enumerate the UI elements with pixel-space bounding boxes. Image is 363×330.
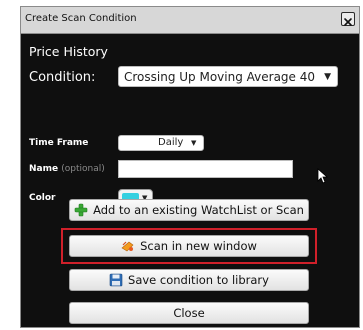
- scan-in-new-window-label: Scan in new window: [140, 239, 257, 253]
- dialog-titlebar: Create Scan Condition: [21, 7, 359, 34]
- time-frame-label: Time Frame: [29, 138, 89, 148]
- close-button[interactable]: Close: [69, 302, 309, 324]
- time-frame-select[interactable]: Daily ▼: [118, 135, 204, 151]
- time-frame-value: Daily: [158, 137, 184, 148]
- condition-select[interactable]: Crossing Up Moving Average 40 ▼: [118, 66, 338, 87]
- create-scan-condition-dialog: Create Scan Condition Price History Cond…: [20, 6, 360, 328]
- condition-select-value: Crossing Up Moving Average 40: [124, 70, 316, 84]
- chevron-down-icon: ▼: [324, 72, 331, 82]
- scan-icon: [121, 239, 135, 253]
- color-label: Color: [29, 193, 56, 203]
- name-label-text: Name: [29, 164, 59, 174]
- optional-hint: (optional): [61, 164, 105, 174]
- scan-in-new-window-button[interactable]: Scan in new window: [69, 235, 309, 257]
- add-to-watchlist-button[interactable]: Add to an existing WatchList or Scan: [69, 199, 309, 221]
- close-icon[interactable]: [341, 12, 355, 26]
- name-field[interactable]: [118, 160, 293, 178]
- mouse-cursor-icon: [317, 168, 329, 188]
- section-heading: Price History: [29, 44, 108, 59]
- add-to-watchlist-label: Add to an existing WatchList or Scan: [93, 203, 304, 217]
- floppy-disk-icon: [109, 273, 123, 287]
- dialog-title: Create Scan Condition: [25, 13, 137, 24]
- green-plus-icon: [74, 203, 88, 217]
- save-condition-button[interactable]: Save condition to library: [69, 269, 309, 291]
- condition-label: Condition:: [29, 70, 96, 85]
- save-condition-label: Save condition to library: [128, 273, 269, 287]
- name-label: Name (optional): [29, 164, 105, 174]
- chevron-down-icon: ▼: [191, 139, 197, 147]
- close-button-label: Close: [173, 306, 205, 320]
